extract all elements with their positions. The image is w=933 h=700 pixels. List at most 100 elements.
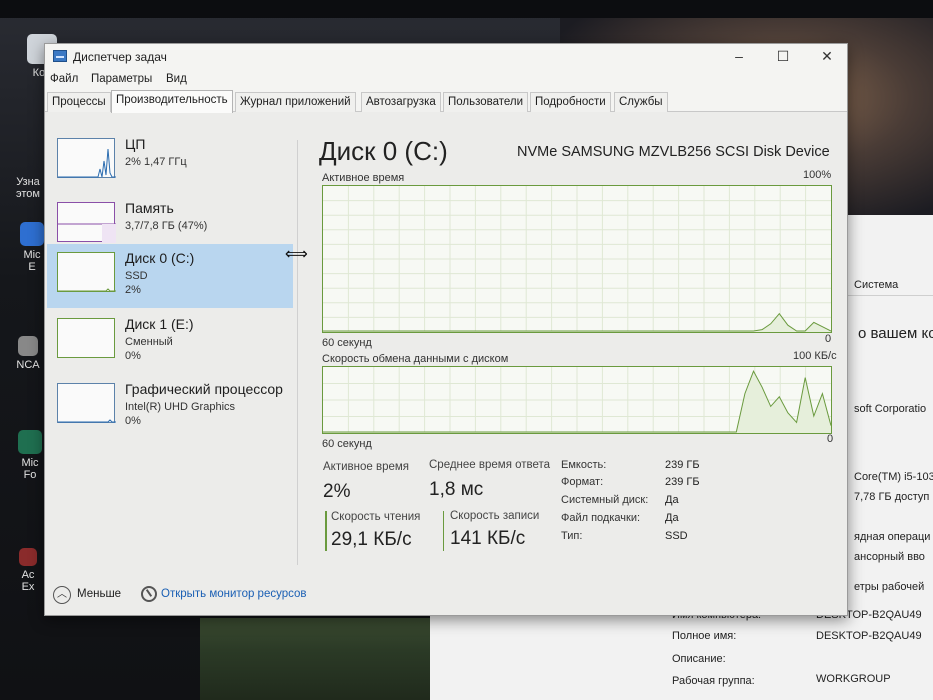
write-speed-label: Скорость записи — [450, 510, 540, 522]
maximize-button[interactable]: ☐ — [761, 44, 805, 70]
desktop-icon-label: Mic — [23, 249, 41, 261]
desktop-icon-label: E — [28, 261, 36, 273]
resource-detail: 3,7/7,8 ГБ (47%) — [125, 220, 208, 232]
cpu-thumbnail — [57, 138, 116, 178]
desktop-icon-label: Mic — [21, 457, 39, 469]
desktop-icon-label: Узна — [16, 176, 40, 188]
system-disk-value: Да — [665, 494, 679, 506]
tab-details[interactable]: Подробности — [530, 92, 611, 112]
forms-icon — [18, 430, 42, 454]
tab-services[interactable]: Службы — [614, 92, 668, 112]
menu-file[interactable]: Файл — [50, 73, 78, 85]
active-time-graph-min: 0 — [825, 333, 832, 345]
resource-item-gpu[interactable]: Графический процессор Intel(R) UHD Graph… — [47, 375, 293, 439]
sysprops-row-label: Описание: — [672, 653, 726, 665]
wallpaper-landscape — [200, 618, 440, 700]
desktop-icon-label: NCA — [16, 359, 40, 371]
menu-view[interactable]: Вид — [166, 73, 187, 85]
desktop-icon-label: этом — [16, 188, 40, 200]
read-speed-label: Скорость чтения — [331, 511, 421, 523]
active-time-graph-canvas — [323, 186, 831, 332]
transfer-graph-label: Скорость обмена данными с диском — [322, 353, 509, 365]
sysprops-text: Core(TM) i5-103 — [854, 471, 933, 483]
resource-item-cpu[interactable]: ЦП 2% 1,47 ГГц — [47, 130, 293, 194]
page-file-value: Да — [665, 512, 679, 524]
tab-startup[interactable]: Автозагрузка — [361, 92, 441, 112]
gpu-thumbnail — [57, 383, 116, 423]
desktop-icon-nca[interactable]: NCA — [8, 336, 48, 371]
resize-cursor-icon: ⟺ — [285, 246, 308, 263]
tab-processes[interactable]: Процессы — [47, 92, 111, 112]
transfer-graph-canvas — [323, 367, 831, 433]
monitor-bezel — [0, 0, 933, 18]
close-button[interactable]: ✕ — [805, 44, 849, 70]
capacity-value: 239 ГБ — [665, 459, 700, 471]
format-value: 239 ГБ — [665, 476, 700, 488]
device-name: NVMe SAMSUNG MZVLB256 SCSI Disk Device — [517, 144, 830, 160]
read-speed-value: 29,1 КБ/с — [331, 529, 412, 550]
chevron-up-icon[interactable]: ︿ — [53, 586, 71, 604]
write-speed-value: 141 КБ/с — [450, 528, 526, 549]
resource-usage: 0% — [125, 415, 141, 427]
resource-name: Память — [125, 200, 174, 216]
tab-app-history[interactable]: Журнал приложений — [235, 92, 356, 112]
avg-response-value: 1,8 мс — [429, 479, 484, 500]
desktop-icon-access[interactable]: Ac Ex — [8, 548, 48, 593]
task-manager-icon — [53, 50, 67, 62]
window-title: Диспетчер задач — [73, 50, 167, 64]
footer: ︿ Меньше Открыть монитор ресурсов — [45, 575, 847, 615]
resource-detail: Сменный — [125, 336, 173, 348]
sysprops-text: етры рабочей — [854, 581, 925, 593]
avg-response-label: Среднее время ответа — [429, 459, 551, 471]
edge-icon — [20, 222, 44, 246]
title-bar[interactable]: Диспетчер задач – ☐ ✕ — [45, 44, 847, 70]
sysprops-text: 7,78 ГБ доступ — [854, 491, 930, 503]
access-icon — [19, 548, 37, 566]
task-manager-window: Диспетчер задач – ☐ ✕ Файл Параметры Вид… — [44, 43, 848, 616]
app-icon — [18, 336, 38, 356]
desktop-icon-learn[interactable]: Узна этом — [8, 176, 48, 200]
sysprops-row-label: Полное имя: — [672, 630, 737, 642]
gpu-sparkline — [58, 419, 116, 423]
format-label: Формат: — [561, 476, 604, 488]
type-value: SSD — [665, 530, 688, 542]
sysprops-about-title: о вашем ко — [858, 325, 933, 342]
disk0-sparkline — [58, 288, 116, 292]
system-disk-label: Системный диск: — [561, 494, 649, 506]
resource-name: Диск 0 (C:) — [125, 250, 195, 266]
resource-list: ЦП 2% 1,47 ГГц Память 3,7/7,8 ГБ (47%) Д… — [45, 113, 295, 573]
open-resource-monitor-link[interactable]: Открыть монитор ресурсов — [161, 588, 307, 600]
resource-detail: SSD — [125, 270, 148, 282]
resource-monitor-icon — [141, 586, 157, 602]
panel-splitter[interactable] — [297, 140, 298, 565]
tab-strip: Процессы Производительность Журнал прило… — [45, 90, 847, 113]
active-time-graph-time: 60 секунд — [322, 337, 372, 349]
memory-sparkline — [58, 223, 116, 243]
resource-item-disk0[interactable]: Диск 0 (C:) SSD 2% — [47, 244, 293, 308]
menu-options[interactable]: Параметры — [91, 73, 152, 85]
active-time-value: 2% — [323, 481, 351, 502]
fewer-details-button[interactable]: Меньше — [77, 588, 121, 600]
resource-name: ЦП — [125, 136, 146, 152]
minimize-button[interactable]: – — [717, 44, 761, 70]
active-time-graph — [322, 185, 832, 333]
memory-thumbnail — [57, 202, 116, 243]
sysprops-heading: Система — [854, 279, 899, 291]
desktop-icon-label: Ex — [21, 581, 35, 593]
active-time-grid — [323, 186, 831, 332]
page-file-label: Файл подкачки: — [561, 512, 641, 524]
transfer-graph — [322, 366, 832, 434]
desktop-icon-label: Fo — [23, 469, 37, 481]
sysprops-text: soft Corporatio — [854, 403, 927, 415]
sysprops-row-value: DESKTOP-B2QAU49 — [816, 630, 922, 642]
desktop-icon-label: Ac — [21, 569, 35, 581]
sysprops-row-label: Рабочая группа: — [672, 675, 755, 687]
capacity-label: Емкость: — [561, 459, 607, 471]
transfer-graph-time: 60 секунд — [322, 438, 372, 450]
tab-performance[interactable]: Производительность — [111, 90, 233, 113]
read-speed-indicator — [325, 511, 327, 551]
cpu-sparkline — [58, 148, 116, 178]
tab-users[interactable]: Пользователи — [443, 92, 529, 112]
resource-item-disk1[interactable]: Диск 1 (E:) Сменный 0% — [47, 310, 293, 374]
active-time-label: Активное время — [323, 461, 410, 473]
